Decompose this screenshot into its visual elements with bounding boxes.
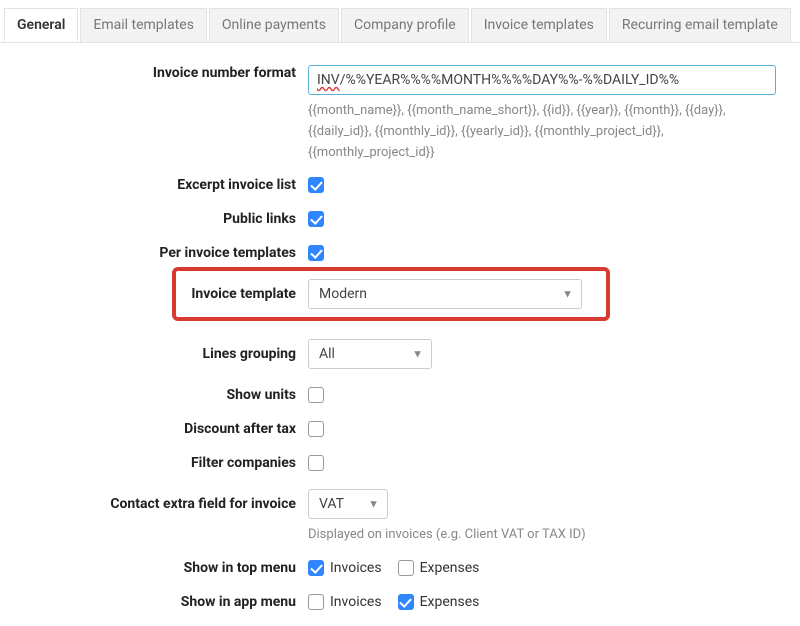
- lines-grouping-select[interactable]: All: [308, 339, 432, 369]
- invoice-number-format-label: Invoice number format: [18, 65, 308, 81]
- invoice-template-label: Invoice template: [184, 286, 308, 302]
- excerpt-invoice-list-label: Excerpt invoice list: [18, 177, 308, 193]
- app-menu-expenses-label: Expenses: [420, 594, 480, 610]
- public-links-label: Public links: [18, 211, 308, 227]
- per-invoice-templates-checkbox[interactable]: [308, 245, 324, 261]
- top-menu-invoices-checkbox[interactable]: [308, 560, 324, 576]
- invoice-number-format-hint: {{month_name}}, {{month_name_short}}, {{…: [308, 101, 776, 163]
- tab-general[interactable]: General: [4, 8, 78, 42]
- discount-after-tax-checkbox[interactable]: [308, 421, 324, 437]
- excerpt-invoice-list-checkbox[interactable]: [308, 177, 324, 193]
- show-in-top-menu-label: Show in top menu: [18, 560, 308, 576]
- tab-invoice-templates[interactable]: Invoice templates: [471, 8, 607, 42]
- filter-companies-checkbox[interactable]: [308, 455, 324, 471]
- filter-companies-label: Filter companies: [18, 455, 308, 471]
- tab-company-profile[interactable]: Company profile: [341, 8, 469, 42]
- contact-extra-field-select[interactable]: VAT: [308, 489, 388, 519]
- app-menu-expenses-checkbox[interactable]: [398, 594, 414, 610]
- app-menu-invoices-checkbox[interactable]: [308, 594, 324, 610]
- contact-extra-field-label: Contact extra field for invoice: [18, 496, 308, 512]
- show-in-app-menu-label: Show in app menu: [18, 594, 308, 610]
- lines-grouping-value: All: [319, 346, 335, 362]
- app-menu-invoices-label: Invoices: [330, 594, 382, 610]
- show-units-label: Show units: [18, 387, 308, 403]
- tab-email-templates[interactable]: Email templates: [80, 8, 207, 42]
- invoice-template-select[interactable]: Modern: [308, 279, 582, 309]
- public-links-checkbox[interactable]: [308, 211, 324, 227]
- tab-recurring-email-template[interactable]: Recurring email template: [609, 8, 791, 42]
- show-units-checkbox[interactable]: [308, 387, 324, 403]
- lines-grouping-label: Lines grouping: [18, 346, 308, 362]
- invoice-number-format-rest: /%%YEAR%%%%MONTH%%%%DAY%%-%%DAILY_ID%%: [340, 72, 679, 88]
- invoice-number-format-prefix: INV: [317, 72, 340, 88]
- invoice-template-row-highlight: Invoice template Modern ▼: [172, 267, 610, 321]
- per-invoice-templates-label: Per invoice templates: [18, 245, 308, 261]
- contact-extra-field-value: VAT: [319, 496, 344, 512]
- top-menu-invoices-label: Invoices: [330, 560, 382, 576]
- invoice-template-value: Modern: [319, 286, 367, 302]
- general-settings-form: Invoice number format INV/%%YEAR%%%%MONT…: [0, 43, 800, 626]
- top-menu-expenses-label: Expenses: [420, 560, 480, 576]
- top-menu-expenses-checkbox[interactable]: [398, 560, 414, 576]
- settings-tabs: General Email templates Online payments …: [0, 0, 800, 43]
- discount-after-tax-label: Discount after tax: [18, 421, 308, 437]
- tab-online-payments[interactable]: Online payments: [209, 8, 339, 42]
- invoice-number-format-input[interactable]: INV/%%YEAR%%%%MONTH%%%%DAY%%-%%DAILY_ID%…: [308, 65, 776, 95]
